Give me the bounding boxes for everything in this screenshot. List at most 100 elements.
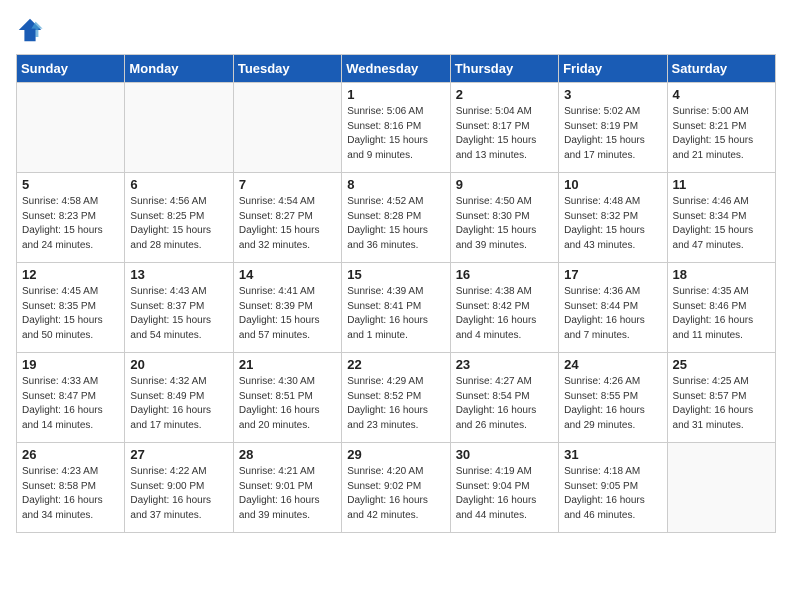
- day-cell-7: 7 Sunrise: 4:54 AMSunset: 8:27 PMDaylight…: [233, 173, 341, 263]
- day-info: Sunrise: 4:25 AMSunset: 8:57 PMDaylight:…: [673, 375, 770, 433]
- day-info: Sunrise: 4:22 AMSunset: 9:00 PMDaylight:…: [130, 465, 227, 523]
- day-number: 24: [564, 357, 661, 372]
- calendar-table: SundayMondayTuesdayWednesdayThursdayFrid…: [16, 54, 776, 533]
- day-cell-11: 11 Sunrise: 4:46 AMSunset: 8:34 PMDayligh…: [667, 173, 775, 263]
- day-info: Sunrise: 4:23 AMSunset: 8:58 PMDaylight:…: [22, 465, 119, 523]
- day-number: 21: [239, 357, 336, 372]
- logo: [16, 16, 48, 44]
- day-cell-28: 28 Sunrise: 4:21 AMSunset: 9:01 PMDayligh…: [233, 443, 341, 533]
- day-number: 4: [673, 87, 770, 102]
- day-cell-18: 18Sunrise: 4:35 AMSunset: 8:46 PMDayligh…: [667, 263, 775, 353]
- day-info: Sunrise: 4:54 AMSunset: 8:27 PMDaylight:…: [239, 195, 336, 253]
- day-info: Sunrise: 5:02 AMSunset: 8:19 PMDaylight:…: [564, 105, 661, 163]
- col-header-thursday: Thursday: [450, 55, 558, 83]
- day-number: 10: [564, 177, 661, 192]
- page-header: [16, 16, 776, 44]
- day-cell-13: 13Sunrise: 4:43 AMSunset: 8:37 PMDayligh…: [125, 263, 233, 353]
- day-info: Sunrise: 4:32 AMSunset: 8:49 PMDaylight:…: [130, 375, 227, 433]
- day-info: Sunrise: 4:33 AMSunset: 8:47 PMDaylight:…: [22, 375, 119, 433]
- day-info: Sunrise: 4:21 AMSunset: 9:01 PMDaylight:…: [239, 465, 336, 523]
- week-row-4: 19Sunrise: 4:33 AMSunset: 8:47 PMDayligh…: [17, 353, 776, 443]
- day-number: 13: [130, 267, 227, 282]
- col-header-saturday: Saturday: [667, 55, 775, 83]
- day-cell-6: 6 Sunrise: 4:56 AMSunset: 8:25 PMDaylight…: [125, 173, 233, 263]
- day-number: 20: [130, 357, 227, 372]
- day-cell-25: 25 Sunrise: 4:25 AMSunset: 8:57 PMDayligh…: [667, 353, 775, 443]
- day-cell-4: 4 Sunrise: 5:00 AMSunset: 8:21 PMDaylight…: [667, 83, 775, 173]
- day-info: Sunrise: 4:48 AMSunset: 8:32 PMDaylight:…: [564, 195, 661, 253]
- week-row-5: 26 Sunrise: 4:23 AMSunset: 8:58 PMDayligh…: [17, 443, 776, 533]
- day-info: Sunrise: 5:06 AMSunset: 8:16 PMDaylight:…: [347, 105, 444, 163]
- week-row-1: 1 Sunrise: 5:06 AMSunset: 8:16 PMDaylight…: [17, 83, 776, 173]
- day-info: Sunrise: 4:41 AMSunset: 8:39 PMDaylight:…: [239, 285, 336, 343]
- day-number: 12: [22, 267, 119, 282]
- day-number: 1: [347, 87, 444, 102]
- day-number: 22: [347, 357, 444, 372]
- week-row-3: 12 Sunrise: 4:45 AMSunset: 8:35 PMDayligh…: [17, 263, 776, 353]
- col-header-sunday: Sunday: [17, 55, 125, 83]
- day-info: Sunrise: 4:36 AMSunset: 8:44 PMDaylight:…: [564, 285, 661, 343]
- day-cell-29: 29 Sunrise: 4:20 AMSunset: 9:02 PMDayligh…: [342, 443, 450, 533]
- day-info: Sunrise: 4:29 AMSunset: 8:52 PMDaylight:…: [347, 375, 444, 433]
- day-cell-20: 20 Sunrise: 4:32 AMSunset: 8:49 PMDayligh…: [125, 353, 233, 443]
- day-info: Sunrise: 4:58 AMSunset: 8:23 PMDaylight:…: [22, 195, 119, 253]
- day-number: 25: [673, 357, 770, 372]
- day-cell-15: 15 Sunrise: 4:39 AMSunset: 8:41 PMDayligh…: [342, 263, 450, 353]
- day-cell-27: 27 Sunrise: 4:22 AMSunset: 9:00 PMDayligh…: [125, 443, 233, 533]
- col-header-friday: Friday: [559, 55, 667, 83]
- col-header-monday: Monday: [125, 55, 233, 83]
- day-info: Sunrise: 4:19 AMSunset: 9:04 PMDaylight:…: [456, 465, 553, 523]
- day-cell-8: 8 Sunrise: 4:52 AMSunset: 8:28 PMDaylight…: [342, 173, 450, 263]
- day-number: 26: [22, 447, 119, 462]
- day-number: 15: [347, 267, 444, 282]
- day-number: 14: [239, 267, 336, 282]
- week-row-2: 5 Sunrise: 4:58 AMSunset: 8:23 PMDaylight…: [17, 173, 776, 263]
- day-number: 11: [673, 177, 770, 192]
- day-cell-26: 26 Sunrise: 4:23 AMSunset: 8:58 PMDayligh…: [17, 443, 125, 533]
- day-cell-16: 16Sunrise: 4:38 AMSunset: 8:42 PMDayligh…: [450, 263, 558, 353]
- day-info: Sunrise: 4:50 AMSunset: 8:30 PMDaylight:…: [456, 195, 553, 253]
- day-cell-31: 31 Sunrise: 4:18 AMSunset: 9:05 PMDayligh…: [559, 443, 667, 533]
- day-cell-2: 2Sunrise: 5:04 AMSunset: 8:17 PMDaylight…: [450, 83, 558, 173]
- day-number: 5: [22, 177, 119, 192]
- day-info: Sunrise: 4:20 AMSunset: 9:02 PMDaylight:…: [347, 465, 444, 523]
- day-cell-10: 10 Sunrise: 4:48 AMSunset: 8:32 PMDayligh…: [559, 173, 667, 263]
- day-number: 3: [564, 87, 661, 102]
- day-info: Sunrise: 4:56 AMSunset: 8:25 PMDaylight:…: [130, 195, 227, 253]
- day-number: 8: [347, 177, 444, 192]
- day-number: 17: [564, 267, 661, 282]
- day-number: 27: [130, 447, 227, 462]
- day-info: Sunrise: 4:39 AMSunset: 8:41 PMDaylight:…: [347, 285, 444, 343]
- day-cell-14: 14 Sunrise: 4:41 AMSunset: 8:39 PMDayligh…: [233, 263, 341, 353]
- day-info: Sunrise: 5:00 AMSunset: 8:21 PMDaylight:…: [673, 105, 770, 163]
- day-cell-9: 9 Sunrise: 4:50 AMSunset: 8:30 PMDaylight…: [450, 173, 558, 263]
- day-number: 30: [456, 447, 553, 462]
- day-info: Sunrise: 4:52 AMSunset: 8:28 PMDaylight:…: [347, 195, 444, 253]
- day-number: 9: [456, 177, 553, 192]
- day-number: 6: [130, 177, 227, 192]
- col-header-tuesday: Tuesday: [233, 55, 341, 83]
- day-cell-17: 17 Sunrise: 4:36 AMSunset: 8:44 PMDayligh…: [559, 263, 667, 353]
- col-header-wednesday: Wednesday: [342, 55, 450, 83]
- day-cell-21: 21Sunrise: 4:30 AMSunset: 8:51 PMDayligh…: [233, 353, 341, 443]
- day-info: Sunrise: 4:46 AMSunset: 8:34 PMDaylight:…: [673, 195, 770, 253]
- empty-cell: [17, 83, 125, 173]
- empty-cell: [667, 443, 775, 533]
- day-info: Sunrise: 4:18 AMSunset: 9:05 PMDaylight:…: [564, 465, 661, 523]
- day-number: 28: [239, 447, 336, 462]
- day-cell-30: 30 Sunrise: 4:19 AMSunset: 9:04 PMDayligh…: [450, 443, 558, 533]
- day-number: 7: [239, 177, 336, 192]
- day-info: Sunrise: 4:45 AMSunset: 8:35 PMDaylight:…: [22, 285, 119, 343]
- day-cell-23: 23Sunrise: 4:27 AMSunset: 8:54 PMDayligh…: [450, 353, 558, 443]
- day-info: Sunrise: 4:38 AMSunset: 8:42 PMDaylight:…: [456, 285, 553, 343]
- day-info: Sunrise: 5:04 AMSunset: 8:17 PMDaylight:…: [456, 105, 553, 163]
- day-number: 31: [564, 447, 661, 462]
- day-number: 23: [456, 357, 553, 372]
- empty-cell: [125, 83, 233, 173]
- day-cell-1: 1 Sunrise: 5:06 AMSunset: 8:16 PMDaylight…: [342, 83, 450, 173]
- empty-cell: [233, 83, 341, 173]
- day-number: 18: [673, 267, 770, 282]
- day-cell-12: 12 Sunrise: 4:45 AMSunset: 8:35 PMDayligh…: [17, 263, 125, 353]
- day-number: 29: [347, 447, 444, 462]
- day-cell-19: 19Sunrise: 4:33 AMSunset: 8:47 PMDayligh…: [17, 353, 125, 443]
